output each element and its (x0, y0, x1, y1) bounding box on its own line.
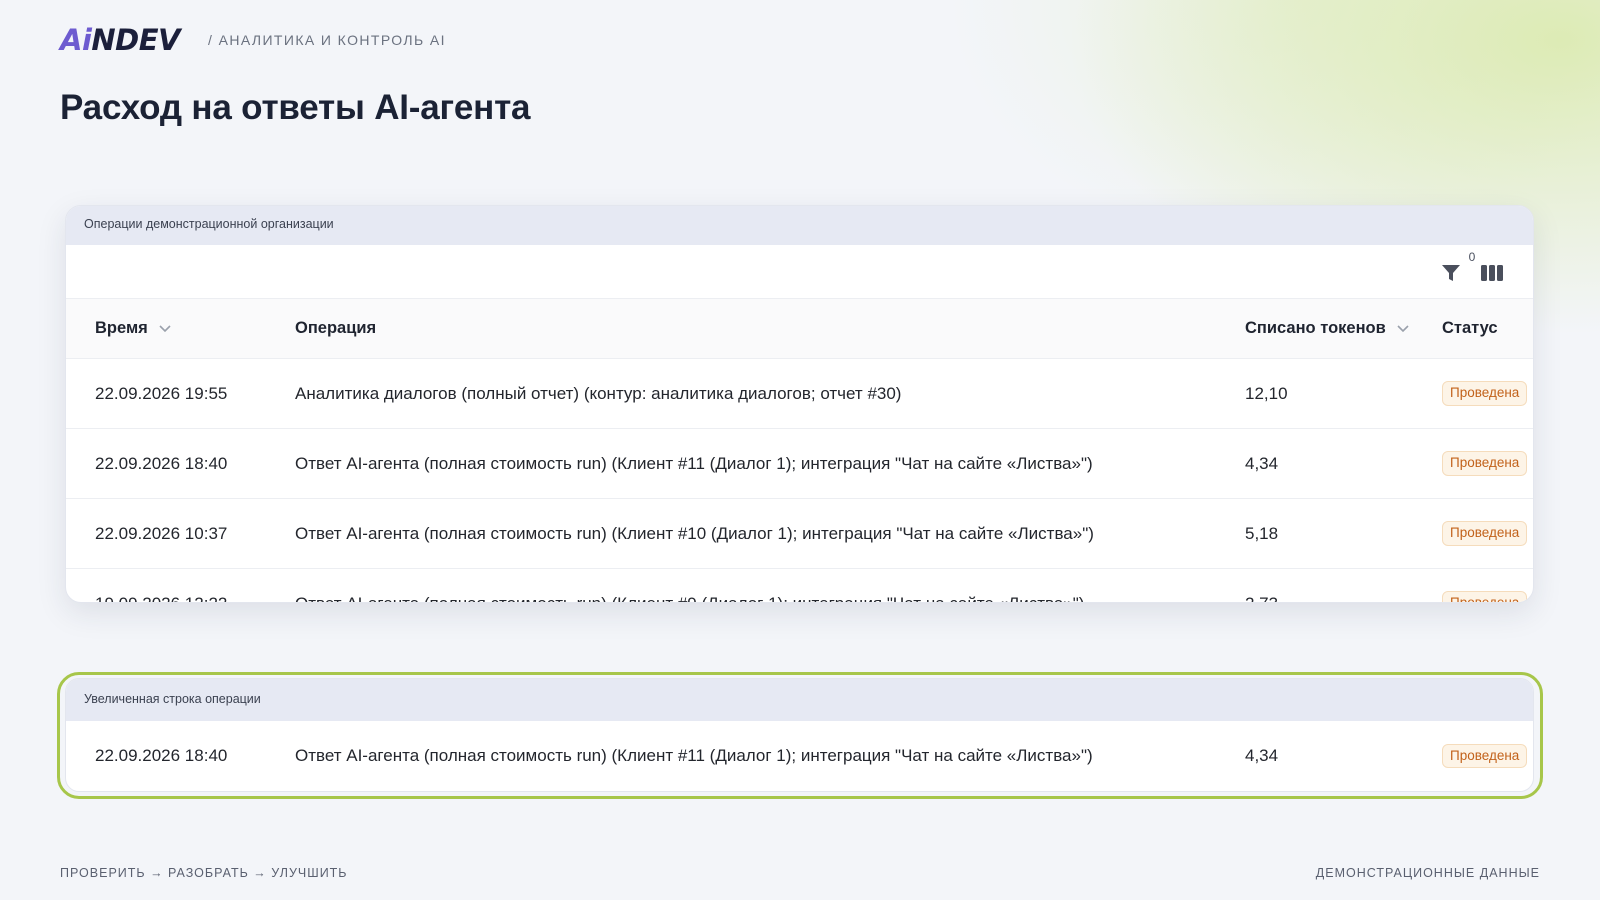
card-caption: Операции демонстрационной организации (66, 206, 1533, 245)
footer-tagline: ПРОВЕРИТЬ → РАЗОБРАТЬ → УЛУЧШИТЬ (60, 866, 348, 880)
brand-logo[interactable]: Ai NDEV (60, 22, 180, 57)
logo-ndev-part: NDEV (91, 22, 180, 57)
column-header-tokens[interactable]: Списано токенов (1234, 319, 1440, 338)
row-tokens: 2,73 (1245, 593, 1279, 603)
row-tokens: 5,18 (1245, 523, 1279, 543)
status-badge: Проведена (1442, 451, 1528, 476)
zoom-card-caption: Увеличенная строка операции (66, 679, 1533, 721)
chevron-down-icon[interactable] (158, 324, 172, 334)
column-header-operation: Операция (295, 319, 377, 337)
breadcrumb: / АНАЛИТИКА И КОНТРОЛЬ AI (208, 32, 446, 48)
filter-icon (1442, 265, 1460, 281)
filter-count-badge: 0 (1468, 250, 1476, 264)
page-title: Расход на ответы AI-агента (60, 88, 531, 127)
status-badge: Проведена (1442, 743, 1528, 769)
table-row[interactable]: 22.09.2026 18:40 Ответ AI-агента (полная… (66, 429, 1533, 499)
row-operation: Аналитика диалогов (полный отчет) (конту… (295, 383, 902, 403)
row-time: 22.09.2026 18:40 (95, 746, 228, 765)
columns-icon (1481, 265, 1503, 281)
column-header-time[interactable]: Время (66, 319, 291, 338)
header: Ai NDEV / АНАЛИТИКА И КОНТРОЛЬ AI (60, 22, 446, 58)
columns-button[interactable] (1479, 261, 1505, 285)
status-badge: Проведена (1442, 521, 1528, 546)
column-header-tokens-label: Списано токенов (1245, 319, 1386, 337)
status-badge: Проведена (1442, 381, 1528, 406)
row-operation: Ответ AI-агента (полная стоимость run) (… (295, 746, 1093, 765)
row-operation: Ответ AI-агента (полная стоимость run) (… (295, 523, 1094, 543)
row-tokens: 4,34 (1245, 453, 1279, 473)
table-row[interactable]: 19.09.2026 12:22 Ответ AI-агента (полная… (66, 569, 1533, 603)
row-tokens: 12,10 (1245, 383, 1288, 403)
row-tokens: 4,34 (1245, 746, 1279, 765)
status-badge: Проведена (1442, 591, 1528, 602)
filter-button[interactable] (1438, 260, 1464, 286)
chevron-down-icon[interactable] (1396, 324, 1410, 334)
row-operation: Ответ AI-агента (полная стоимость run) (… (295, 593, 1085, 603)
row-time: 22.09.2026 10:37 (95, 523, 228, 543)
zoomed-row-card: Увеличенная строка операции 22.09.2026 1… (65, 678, 1534, 792)
zoomed-table-row[interactable]: 22.09.2026 18:40 Ответ AI-агента (полная… (66, 721, 1533, 791)
table-toolbar: 0 (66, 245, 1533, 299)
operations-card: Операции демонстрационной организации 0 … (65, 205, 1534, 603)
logo-ai-part: Ai (60, 22, 92, 57)
row-time: 22.09.2026 19:55 (95, 383, 228, 403)
row-time: 22.09.2026 18:40 (95, 453, 228, 473)
row-time: 19.09.2026 12:22 (95, 593, 228, 603)
footer-demo-label: ДЕМОНСТРАЦИОННЫЕ ДАННЫЕ (1315, 866, 1540, 880)
column-header-time-label: Время (95, 319, 148, 337)
table-row[interactable]: 22.09.2026 10:37 Ответ AI-агента (полная… (66, 499, 1533, 569)
row-operation: Ответ AI-агента (полная стоимость run) (… (295, 453, 1093, 473)
table-row[interactable]: 22.09.2026 19:55 Аналитика диалогов (пол… (66, 359, 1533, 429)
column-header-status: Статус (1442, 319, 1498, 337)
table-header: Время Операция Списано токенов Статус (66, 299, 1533, 359)
